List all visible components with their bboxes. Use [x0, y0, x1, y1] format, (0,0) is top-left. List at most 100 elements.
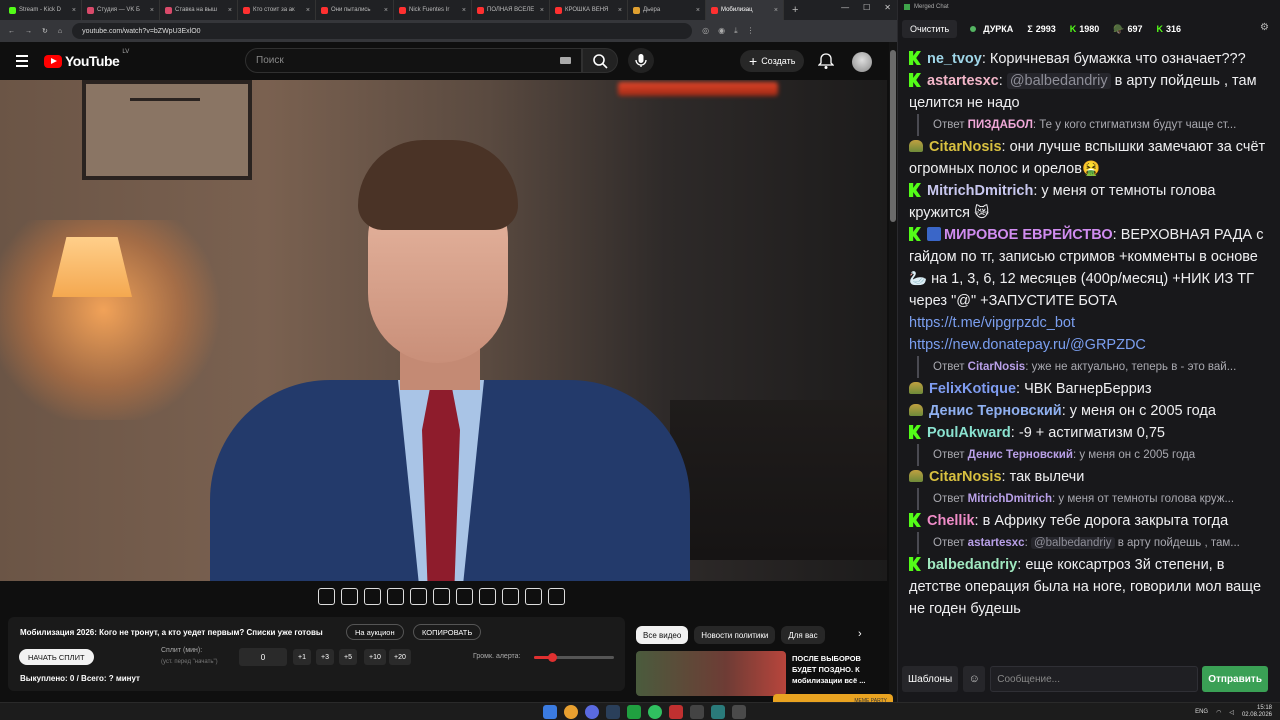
notifications-bell-icon[interactable] [818, 52, 834, 70]
reply-preview[interactable]: Ответ Денис Терновский: у меня он с 2005… [917, 444, 1271, 466]
browser-tab[interactable]: ПОЛНАЯ ВСЕЛЕ × [472, 0, 550, 20]
home-icon[interactable]: ⌂ [58, 28, 62, 35]
clock[interactable]: 15:18 02.08.2026 [1242, 705, 1272, 719]
app-icon[interactable] [711, 705, 725, 719]
browser-tab[interactable]: Студия — VK Б × [82, 0, 160, 20]
close-icon[interactable]: × [774, 7, 778, 14]
app-icon[interactable] [669, 705, 683, 719]
browser-tab[interactable]: Ставка на выш × [160, 0, 238, 20]
message-link[interactable]: https://new.donatepay.ru/@GRPZDC [909, 337, 1146, 353]
split-step-button[interactable]: +20 [389, 649, 411, 665]
back-icon[interactable]: ← [8, 28, 15, 35]
reply-username[interactable]: Денис Терновский [968, 449, 1073, 461]
chat-username[interactable]: PoulAkward [927, 425, 1011, 441]
start-split-button[interactable]: НАЧАТЬ СПЛИТ [19, 649, 94, 665]
start-icon[interactable] [543, 705, 557, 719]
chat-message[interactable]: MitrichDmitrich: у меня от темноты голов… [909, 180, 1271, 224]
forward-icon[interactable]: → [25, 28, 32, 35]
wifi-icon[interactable]: ◠ [1216, 709, 1221, 716]
chat-username[interactable]: CitarNosis [929, 139, 1002, 155]
resize-icon[interactable] [410, 588, 427, 605]
close-icon[interactable]: × [618, 7, 622, 14]
filter-chip[interactable]: Все видео [636, 626, 689, 644]
settings-icon[interactable] [548, 588, 565, 605]
app-icon[interactable] [627, 705, 641, 719]
chat-message[interactable]: Денис Терновский: у меня он с 2005 года [909, 400, 1271, 422]
close-icon[interactable]: × [306, 7, 310, 14]
discord-icon[interactable] [585, 705, 599, 719]
extension-icon[interactable]: ◎ [702, 26, 709, 36]
chat-message[interactable]: balbedandriy: еще коксартроз 3й степени,… [909, 554, 1271, 620]
copy-button[interactable]: КОПИРОВАТЬ [413, 624, 482, 640]
close-icon[interactable]: × [540, 7, 544, 14]
speed-icon[interactable] [456, 588, 473, 605]
split-step-button[interactable]: +5 [339, 649, 357, 665]
templates-button[interactable]: Шаблоны [902, 666, 959, 692]
reply-preview[interactable]: Ответ ПИЗДАБОЛ: Те у кого стигматизм буд… [917, 114, 1271, 136]
alert-volume-slider[interactable] [534, 653, 614, 662]
mention[interactable]: @balbedandriy [1006, 73, 1111, 89]
split-step-button[interactable]: +1 [293, 649, 311, 665]
chat-username[interactable]: Денис Терновский [929, 403, 1062, 419]
steam-icon[interactable] [606, 705, 620, 719]
mention[interactable]: @balbedandriy [1030, 537, 1115, 549]
filter-chip[interactable]: Новости политики [694, 626, 776, 644]
chat-username[interactable]: CitarNosis [929, 469, 1002, 485]
gear-icon[interactable]: ⚙ [1260, 22, 1269, 33]
close-icon[interactable]: × [384, 7, 388, 14]
reply-preview[interactable]: Ответ CitarNosis: уже не актуально, тепе… [917, 356, 1271, 378]
reload-icon[interactable]: ↻ [42, 27, 48, 35]
maximize-icon[interactable]: ☐ [863, 3, 870, 12]
video-player[interactable] [0, 80, 887, 581]
chat-message[interactable]: Chellik: в Африку тебе дорога закрыта то… [909, 510, 1271, 532]
chat-message[interactable]: CitarNosis: так вылечи [909, 466, 1271, 488]
language-indicator[interactable]: ENG [1195, 709, 1208, 715]
menu-icon[interactable]: ⋮ [747, 26, 755, 36]
chat-username[interactable]: ne_tvoy [927, 51, 982, 67]
new-tab-icon[interactable]: + [792, 4, 798, 16]
split-minutes-input[interactable]: 0 [239, 648, 287, 666]
voice-search-button[interactable] [628, 48, 654, 73]
chat-message[interactable]: FelixKotique: ЧВК ВагнерБерриз [909, 378, 1271, 400]
close-icon[interactable]: ✕ [884, 3, 891, 12]
playlist-icon[interactable] [364, 588, 381, 605]
chat-message[interactable]: PoulAkward: -9 + астигматизм 0,75 [909, 422, 1271, 444]
chrome-icon[interactable] [564, 705, 578, 719]
reply-username[interactable]: MitrichDmitrich [968, 493, 1052, 505]
chat-username[interactable]: astartesxc [927, 73, 999, 89]
chat-messages[interactable]: ne_tvoy: Коричневая бумажка что означает… [898, 42, 1280, 658]
youtube-logo[interactable]: YouTube LV [44, 49, 129, 69]
extension-icon[interactable]: ◉ [718, 26, 725, 36]
emoji-icon[interactable]: ☺ [963, 666, 986, 692]
chat-message[interactable]: МИРОВОЕ ЕВРЕЙСТВО: ВЕРХОВНАЯ РАДА с гайд… [909, 224, 1271, 356]
split-step-button[interactable]: +10 [364, 649, 386, 665]
browser-tab[interactable]: Кто стоит за ак × [238, 0, 316, 20]
create-button[interactable]: + Создать [740, 50, 805, 72]
keyboard-icon[interactable] [560, 57, 571, 64]
volume-icon[interactable]: ◁ [1229, 709, 1234, 716]
search-button[interactable] [582, 48, 618, 73]
filter-chip[interactable]: Для вас [781, 626, 825, 644]
broadcast-icon[interactable] [341, 588, 358, 605]
minimize-icon[interactable]: — [841, 3, 849, 12]
downloads-icon[interactable]: ⤓ [734, 26, 738, 36]
chat-message[interactable]: ne_tvoy: Коричневая бумажка что означает… [909, 48, 1271, 70]
browser-tab[interactable]: Дьера × [628, 0, 706, 20]
spotify-icon[interactable] [648, 705, 662, 719]
auction-button[interactable]: На аукцион [346, 624, 404, 640]
browser-tab[interactable]: Nick Fuentes Ir × [394, 0, 472, 20]
chat-username[interactable]: MitrichDmitrich [927, 183, 1033, 199]
recommended-video-title[interactable]: ПОСЛЕ ВЫБОРОВ БУДЕТ ПОЗДНО. К мобилизаци… [792, 653, 882, 686]
send-button[interactable]: Отправить [1202, 666, 1268, 692]
reply-username[interactable]: astartesxc [968, 537, 1025, 549]
camera-icon[interactable] [502, 588, 519, 605]
chat-username[interactable]: balbedandriy [927, 557, 1017, 573]
obs-icon[interactable] [690, 705, 704, 719]
video-thumbnail[interactable] [636, 651, 786, 696]
browser-tab[interactable]: Мобилизац × [706, 0, 784, 20]
film-icon[interactable] [433, 588, 450, 605]
reply-preview[interactable]: Ответ MitrichDmitrich: у меня от темноты… [917, 488, 1271, 510]
close-icon[interactable]: × [696, 7, 700, 14]
close-icon[interactable]: × [228, 7, 232, 14]
message-link[interactable]: https://t.me/vipgrpzdc_bot [909, 315, 1075, 331]
